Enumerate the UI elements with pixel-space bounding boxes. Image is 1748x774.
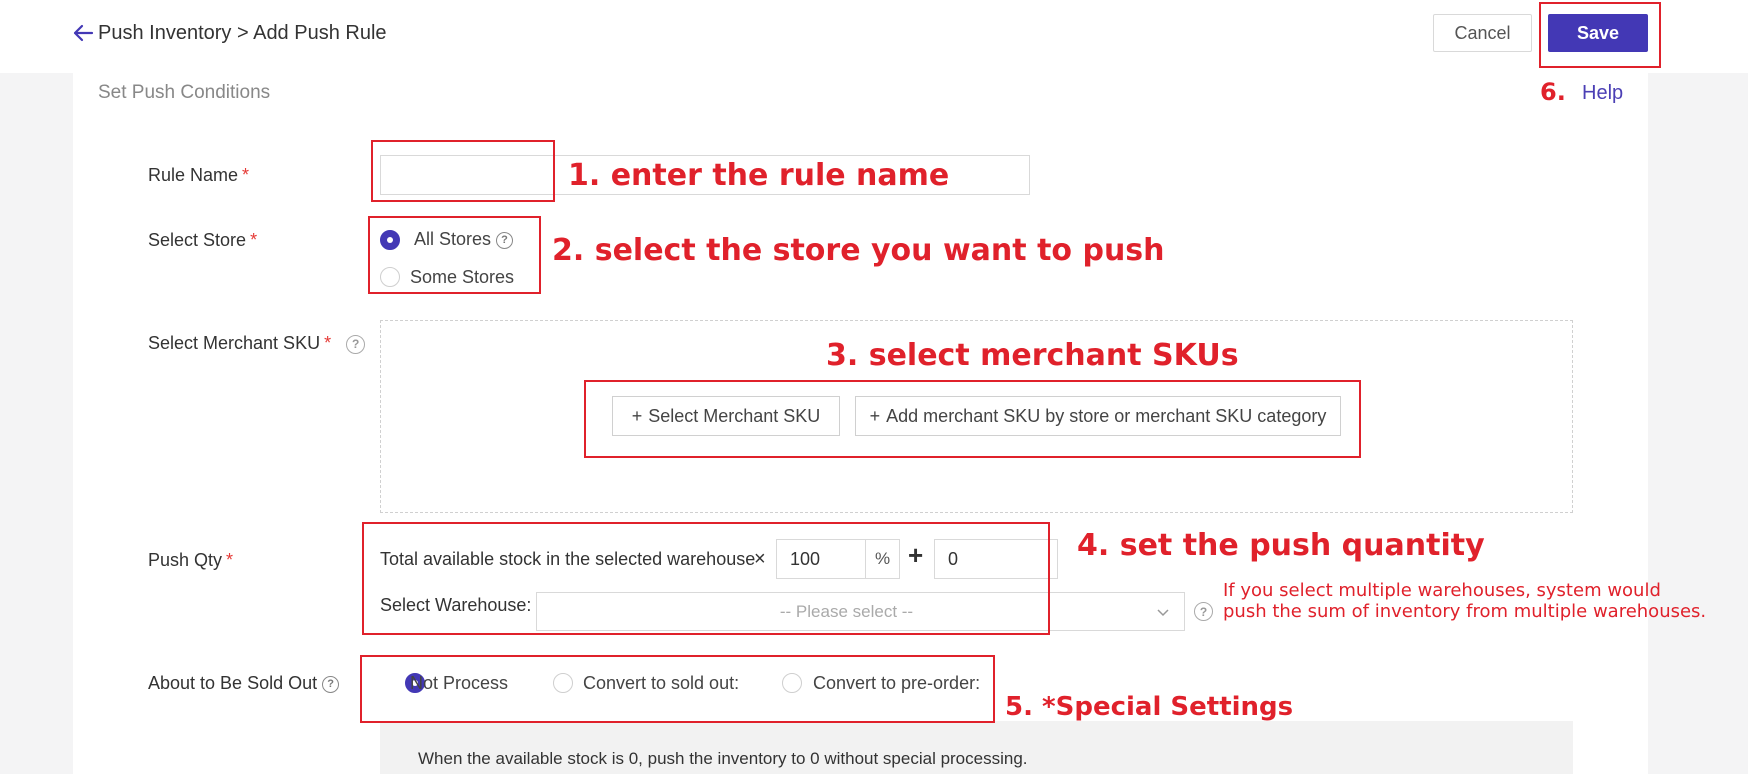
help-question-icon[interactable]: ? (1194, 602, 1213, 621)
help-question-icon[interactable]: ? (346, 334, 366, 354)
annotation-box-save (1539, 2, 1661, 68)
annotation-step-3: 3. select merchant SKUs (826, 338, 1239, 373)
annotation-box-sold-out (360, 655, 995, 723)
sold-out-info-box: When the available stock is 0, push the … (380, 721, 1573, 774)
section-title: Set Push Conditions (98, 82, 271, 103)
cancel-button[interactable]: Cancel (1433, 14, 1532, 52)
annotation-step-4: 4. set the push quantity (1077, 528, 1485, 563)
back-arrow-icon[interactable] (70, 20, 96, 46)
annotation-step-2: 2. select the store you want to push (552, 233, 1165, 268)
help-link[interactable]: Help (1582, 82, 1623, 105)
required-mark: * (242, 165, 250, 185)
annotation-step-6: 6. (1540, 78, 1566, 106)
sold-out-info-text: When the available stock is 0, push the … (418, 749, 1028, 768)
required-mark: * (226, 550, 234, 570)
select-store-label: Select Store * (148, 230, 258, 250)
sold-out-label: About to Be Sold Out ? (148, 673, 340, 694)
annotation-box-push-qty (362, 522, 1050, 635)
annotation-box-store (368, 216, 541, 294)
required-mark: * (324, 333, 332, 353)
annotation-step-1: 1. enter the rule name (568, 158, 950, 193)
merchant-sku-label: Select Merchant SKU * ? (148, 333, 366, 354)
required-mark: * (250, 230, 258, 250)
rule-name-label: Rule Name * (148, 165, 250, 185)
chevron-down-icon (1157, 608, 1169, 616)
annotation-box-sku (584, 380, 1361, 458)
annotation-step-4-note: If you select multiple warehouses, syste… (1223, 580, 1707, 622)
breadcrumb-title: Push Inventory > Add Push Rule (98, 22, 387, 44)
help-question-icon[interactable]: ? (322, 675, 340, 693)
annotation-step-5: 5. *Special Settings (1005, 692, 1294, 722)
push-qty-label: Push Qty * (148, 550, 234, 570)
annotation-box-rule-name (371, 140, 555, 202)
